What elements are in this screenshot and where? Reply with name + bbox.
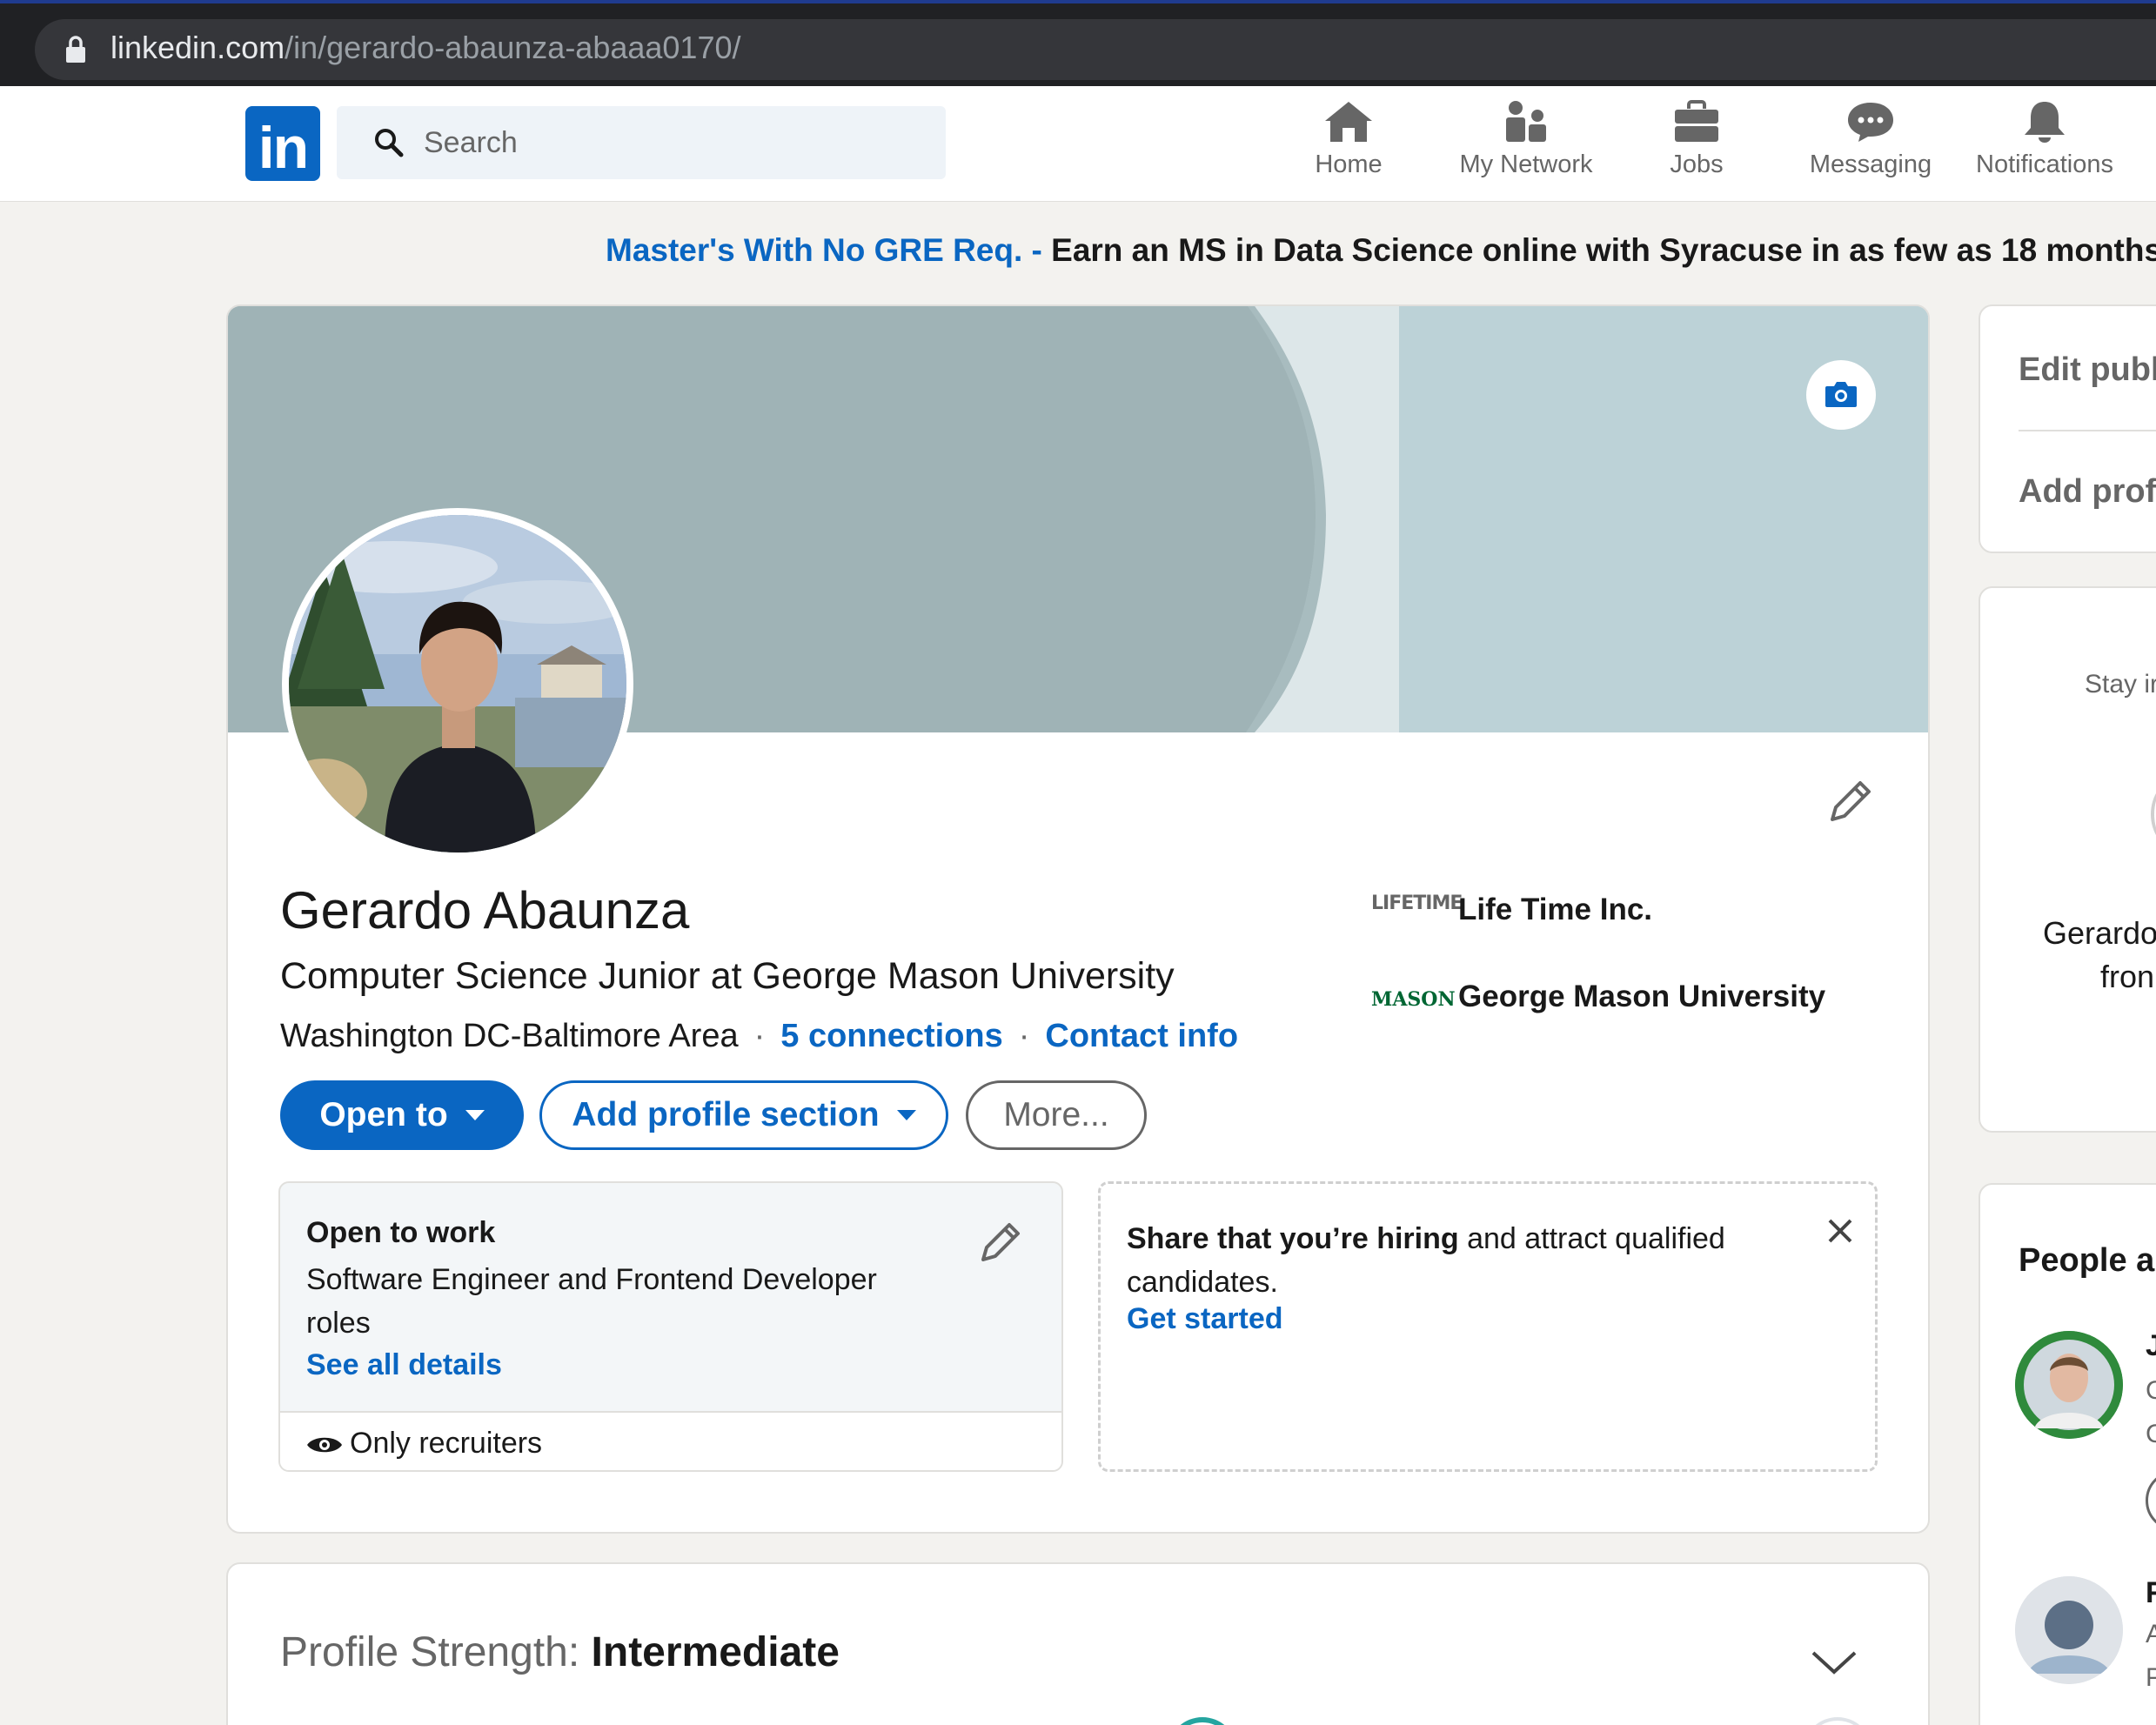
ad-tagline: Stay ir — [2085, 670, 2156, 699]
contact-info-link[interactable]: Contact info — [1045, 1018, 1238, 1054]
person-name[interactable]: F — [2146, 1576, 2156, 1610]
profile-name: Gerardo Abaunza — [280, 881, 690, 939]
see-all-details-link[interactable]: See all details — [306, 1348, 502, 1382]
chevron-down-icon[interactable] — [1810, 1648, 1858, 1675]
nav-my-network-label: My Network — [1459, 150, 1593, 178]
nav-notifications[interactable]: Notifications — [1968, 100, 2121, 196]
profile-top-card: Gerardo Abaunza Computer Science Junior … — [226, 304, 1930, 1534]
close-icon[interactable] — [1823, 1214, 1858, 1248]
eye-icon — [307, 1437, 342, 1453]
browser-address-bar: linkedin.com/in/gerardo-abaunza-abaaa017… — [0, 0, 2156, 86]
person-headline: A — [2146, 1620, 2156, 1649]
search-icon — [375, 129, 404, 157]
separator-dot: · — [753, 1018, 766, 1054]
share-hiring-card: Share that you’re hiring and attract qua… — [1098, 1181, 1878, 1472]
my-network-icon — [1506, 101, 1546, 142]
ad-card: Stay ir Gerardo fron — [1979, 586, 2156, 1133]
profile-location: Washington DC-Baltimore Area — [280, 1018, 739, 1054]
avatar[interactable] — [2015, 1331, 2123, 1439]
nav-messaging[interactable]: Messaging — [1801, 100, 1940, 196]
home-icon — [1325, 102, 1372, 142]
person-headline: C — [2146, 1376, 2156, 1406]
more-button[interactable]: More... — [966, 1080, 1147, 1150]
hiring-prompt: Share that you’re hiring and attract qua… — [1127, 1217, 1788, 1304]
nav-home[interactable]: Home — [1305, 100, 1392, 196]
top-navigation: in Home My Network — [0, 86, 2156, 202]
lock-icon — [66, 36, 85, 63]
edit-cover-button[interactable] — [1806, 360, 1876, 430]
linkedin-logo[interactable]: in — [245, 106, 320, 181]
ad-name-line: Gerardo — [2043, 915, 2156, 951]
profile-location-line: Washington DC-Baltimore Area · 5 connectio… — [280, 1018, 1238, 1055]
add-profile-language-link[interactable]: Add prof — [2019, 473, 2156, 511]
nav-messaging-label: Messaging — [1809, 150, 1932, 178]
nav-jobs[interactable]: Jobs — [1653, 100, 1740, 196]
search-bar[interactable] — [337, 106, 946, 179]
add-profile-section-label: Add profile section — [572, 1096, 880, 1133]
nav-jobs-label: Jobs — [1670, 150, 1724, 178]
jobs-icon — [1675, 100, 1718, 142]
life-time-logo: LIFETIME — [1371, 893, 1463, 914]
search-input[interactable] — [424, 118, 911, 167]
george-mason-logo: MASON — [1371, 988, 1456, 1011]
connect-button[interactable] — [2146, 1470, 2156, 1531]
connections-link[interactable]: 5 connections — [780, 1018, 1003, 1054]
edit-open-to-work-pencil-icon[interactable] — [976, 1218, 1025, 1267]
people-also-viewed-card: People al J C C F A P — [1979, 1183, 2156, 1725]
ad-image-fragment — [2151, 779, 2156, 849]
profile-photo[interactable] — [282, 508, 633, 859]
profile-strength-label: Profile Strength: Intermediate — [280, 1628, 840, 1676]
school-name: George Mason University — [1458, 980, 1826, 1013]
person-headline: C — [2146, 1420, 2156, 1449]
url-domain: linkedin.com — [110, 30, 285, 65]
nav-my-network[interactable]: My Network — [1448, 100, 1604, 196]
add-profile-section-button[interactable]: Add profile section — [539, 1080, 948, 1150]
people-also-viewed-title: People al — [2019, 1242, 2156, 1279]
messaging-icon — [1848, 103, 1893, 142]
strength-meter-icon — [1168, 1717, 1237, 1725]
strength-meter-end-icon — [1803, 1717, 1872, 1725]
ad-name-line: fron — [2100, 959, 2155, 994]
profile-strength-card: Profile Strength: Intermediate — [226, 1562, 1930, 1725]
open-to-work-card: Open to work Software Engineer and Front… — [278, 1181, 1063, 1472]
hiring-prompt-bold: Share that you’re hiring — [1127, 1222, 1459, 1255]
edit-intro-pencil-icon[interactable] — [1824, 776, 1876, 828]
profile-headline: Computer Science Junior at George Mason … — [280, 955, 1175, 997]
strength-level: Intermediate — [591, 1629, 840, 1675]
nav-home-label: Home — [1315, 150, 1383, 178]
url-text[interactable]: linkedin.com/in/gerardo-abaunza-abaaa017… — [110, 30, 741, 66]
avatar-image — [2015, 1331, 2123, 1439]
default-avatar-icon — [2015, 1576, 2123, 1684]
get-started-link[interactable]: Get started — [1127, 1302, 1283, 1336]
open-to-work-title: Open to work — [306, 1216, 496, 1249]
profile-photo-image — [289, 515, 626, 852]
person-headline: P — [2146, 1663, 2156, 1693]
notifications-icon — [2025, 102, 2065, 143]
open-to-work-visibility: Only recruiters — [280, 1411, 1061, 1470]
separator-dot: · — [1018, 1018, 1030, 1054]
profile-settings-card: Edit publ Add prof — [1979, 304, 2156, 553]
open-to-button[interactable]: Open to — [280, 1080, 524, 1150]
person-name[interactable]: J — [2146, 1329, 2156, 1363]
ad-text: Earn an MS in Data Science online with S… — [1051, 232, 2156, 268]
ad-link[interactable]: Master's With No GRE Req. - — [606, 232, 1042, 268]
strength-prefix: Profile Strength: — [280, 1629, 580, 1675]
visibility-label: Only recruiters — [350, 1427, 543, 1460]
edit-public-profile-link[interactable]: Edit publ — [2019, 351, 2156, 389]
camera-icon — [1825, 382, 1857, 407]
open-to-work-roles: Software Engineer and Frontend Developer… — [306, 1263, 877, 1340]
nav-notifications-label: Notifications — [1976, 150, 2113, 178]
company-name: Life Time Inc. — [1458, 893, 1653, 926]
caret-down-icon — [896, 1110, 916, 1120]
caret-down-icon — [465, 1110, 485, 1120]
open-to-label: Open to — [319, 1096, 448, 1133]
divider — [2019, 430, 2156, 431]
sponsored-ad[interactable]: Master's With No GRE Req. - Earn an MS i… — [606, 232, 2156, 269]
url-path: /in/gerardo-abaunza-abaaa0170/ — [285, 30, 741, 65]
avatar[interactable] — [2015, 1576, 2123, 1684]
